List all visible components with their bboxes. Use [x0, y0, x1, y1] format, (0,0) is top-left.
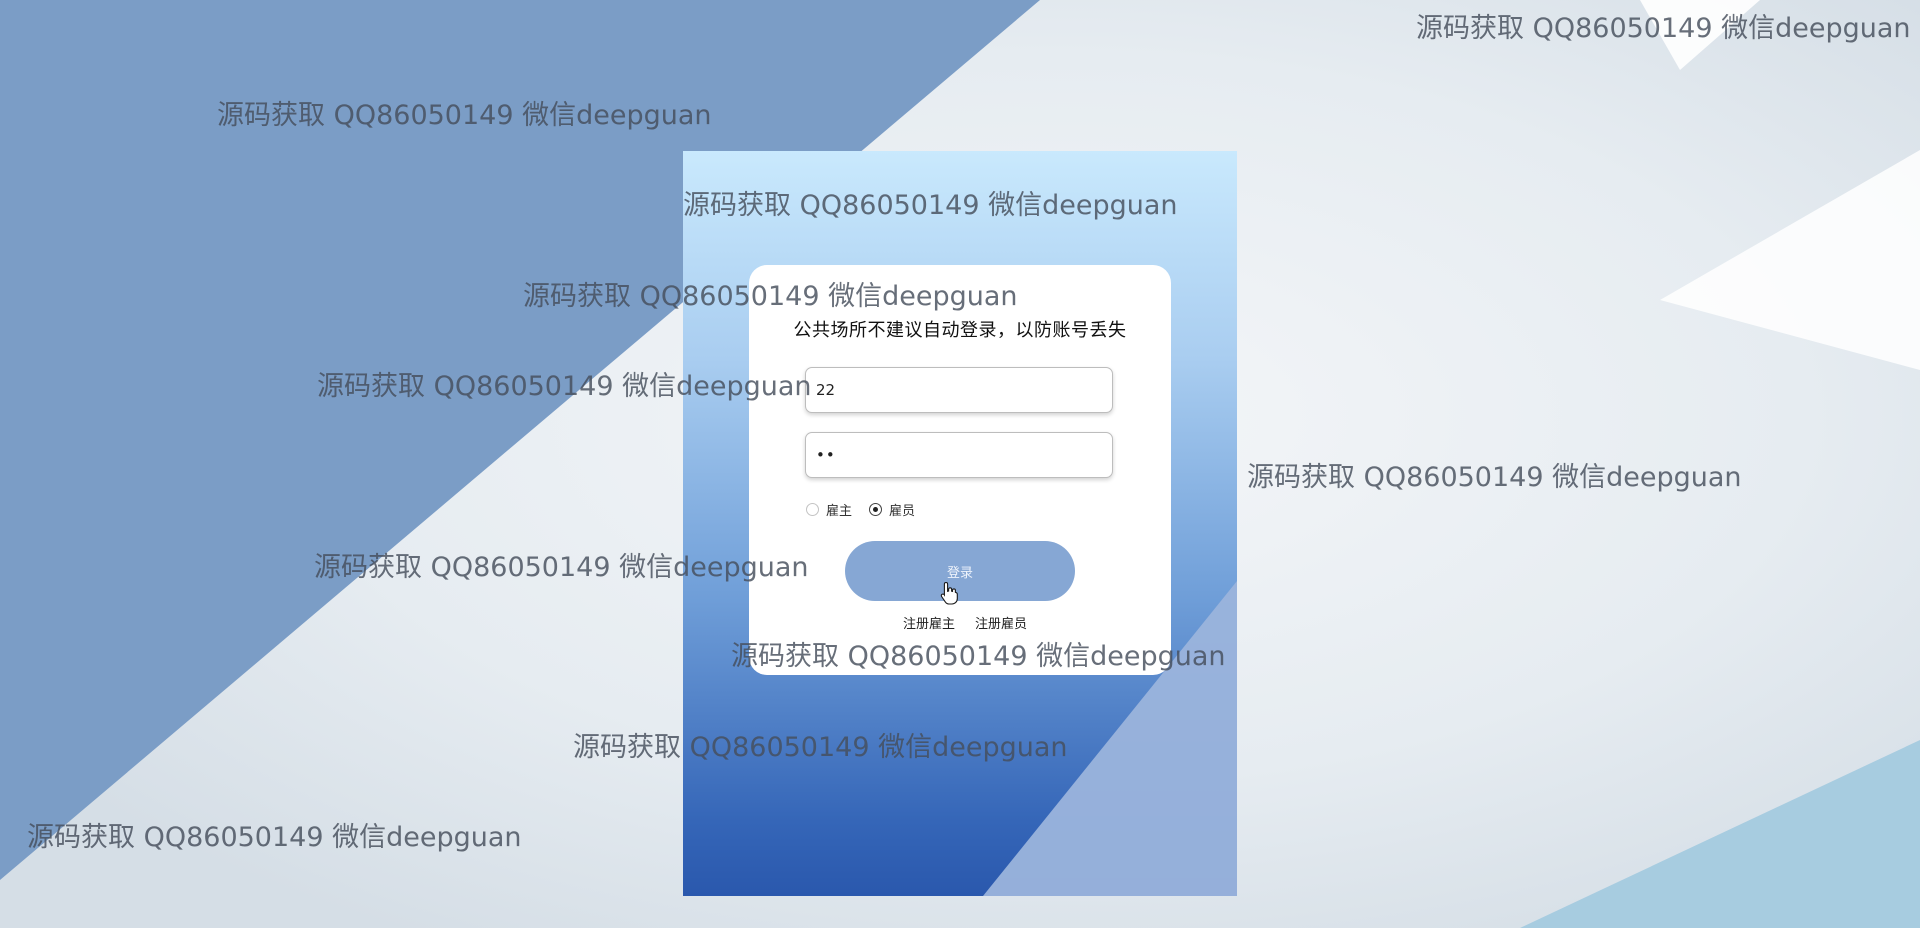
register-employer-link[interactable]: 注册雇主 — [903, 613, 955, 632]
hand-cursor-icon — [940, 581, 958, 605]
role-selector: 雇主 雇员 — [806, 500, 932, 519]
login-button[interactable]: 登录 — [845, 541, 1075, 601]
password-input[interactable] — [805, 432, 1113, 478]
login-page: 公共场所不建议自动登录，以防账号丢失 雇主 雇员 登录 注册雇主 注册雇员 源码… — [0, 0, 1920, 928]
role-option-employer[interactable]: 雇主 — [806, 500, 852, 519]
auto-login-notice: 公共场所不建议自动登录，以防账号丢失 — [793, 320, 1127, 341]
employer-radio[interactable] — [806, 502, 819, 516]
employee-label: 雇员 — [889, 503, 916, 519]
register-employee-link[interactable]: 注册雇员 — [975, 613, 1027, 632]
role-option-employee[interactable]: 雇员 — [869, 500, 915, 519]
employee-radio[interactable] — [869, 502, 883, 516]
register-links: 注册雇主 注册雇员 — [903, 613, 1027, 632]
employer-label: 雇主 — [826, 503, 853, 519]
username-input[interactable] — [805, 367, 1113, 413]
